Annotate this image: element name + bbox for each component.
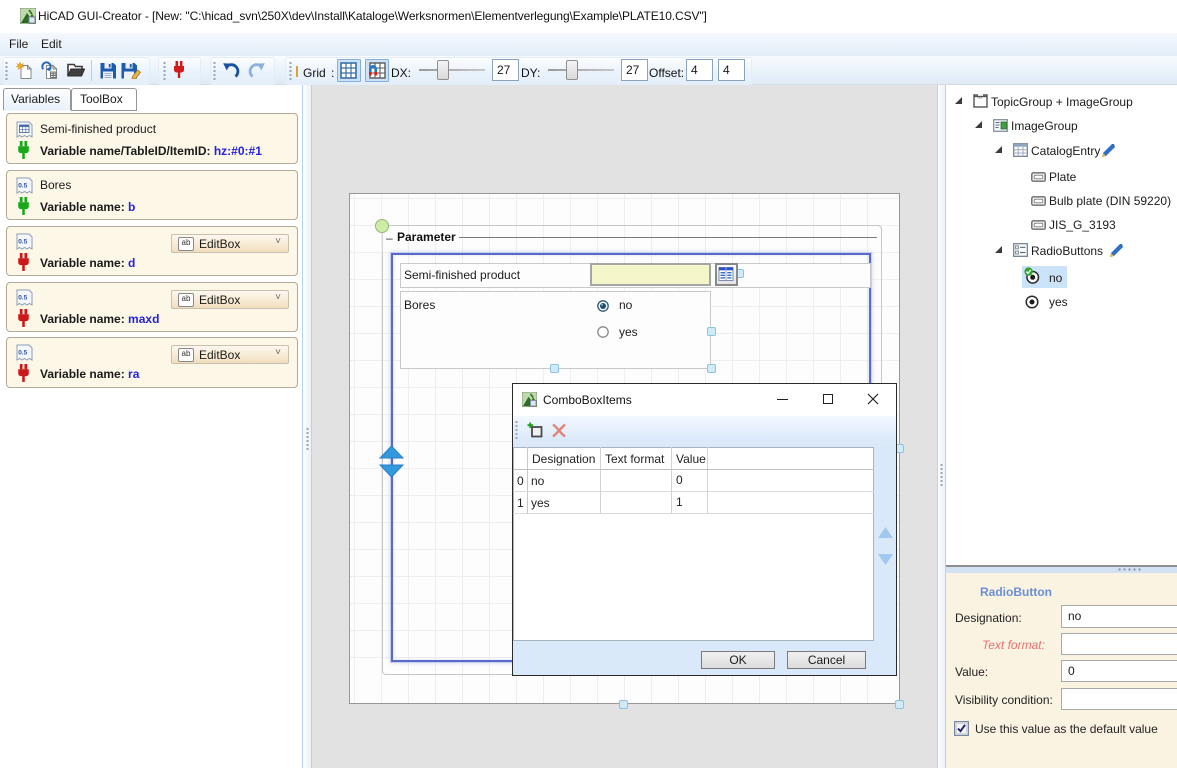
svg-text:0.5: 0.5: [18, 350, 27, 357]
svg-text:0.5: 0.5: [18, 183, 27, 190]
svg-text:0.5: 0.5: [18, 295, 27, 302]
svg-text:0.5: 0.5: [18, 239, 27, 246]
svg-text:tsv: tsv: [978, 95, 983, 100]
